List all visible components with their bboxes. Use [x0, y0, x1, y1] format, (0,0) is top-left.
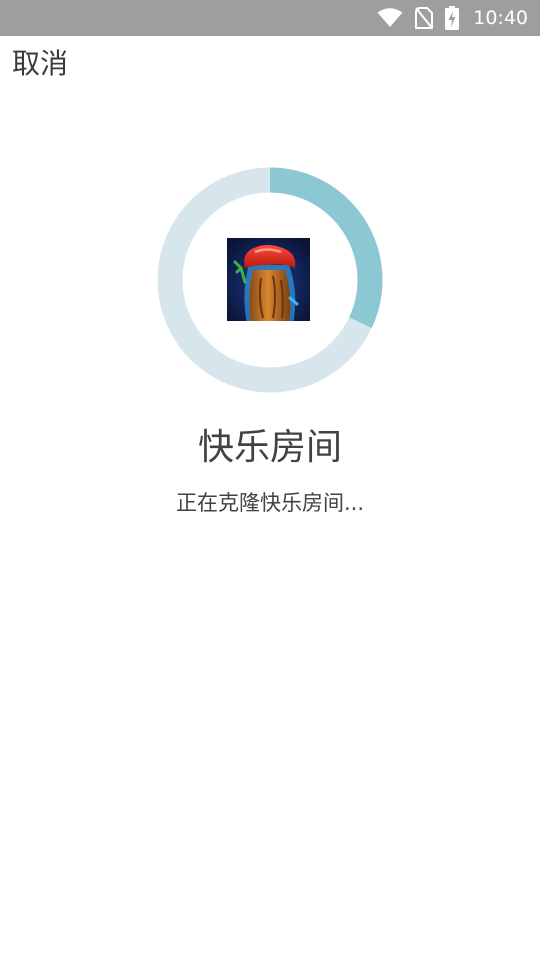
- clone-status-text: 正在克隆快乐房间...: [175, 491, 365, 515]
- cancel-button[interactable]: 取消: [12, 42, 68, 82]
- tree-stump-app-icon: [227, 238, 310, 321]
- status-bar: 10:40: [0, 0, 540, 36]
- battery-charging-icon: [445, 6, 460, 30]
- wifi-icon: [377, 8, 403, 27]
- no-sim-icon: [415, 7, 434, 29]
- status-icons: 10:40: [377, 0, 528, 36]
- room-title: 快乐房间: [197, 427, 342, 468]
- status-time: 10:40: [473, 7, 528, 29]
